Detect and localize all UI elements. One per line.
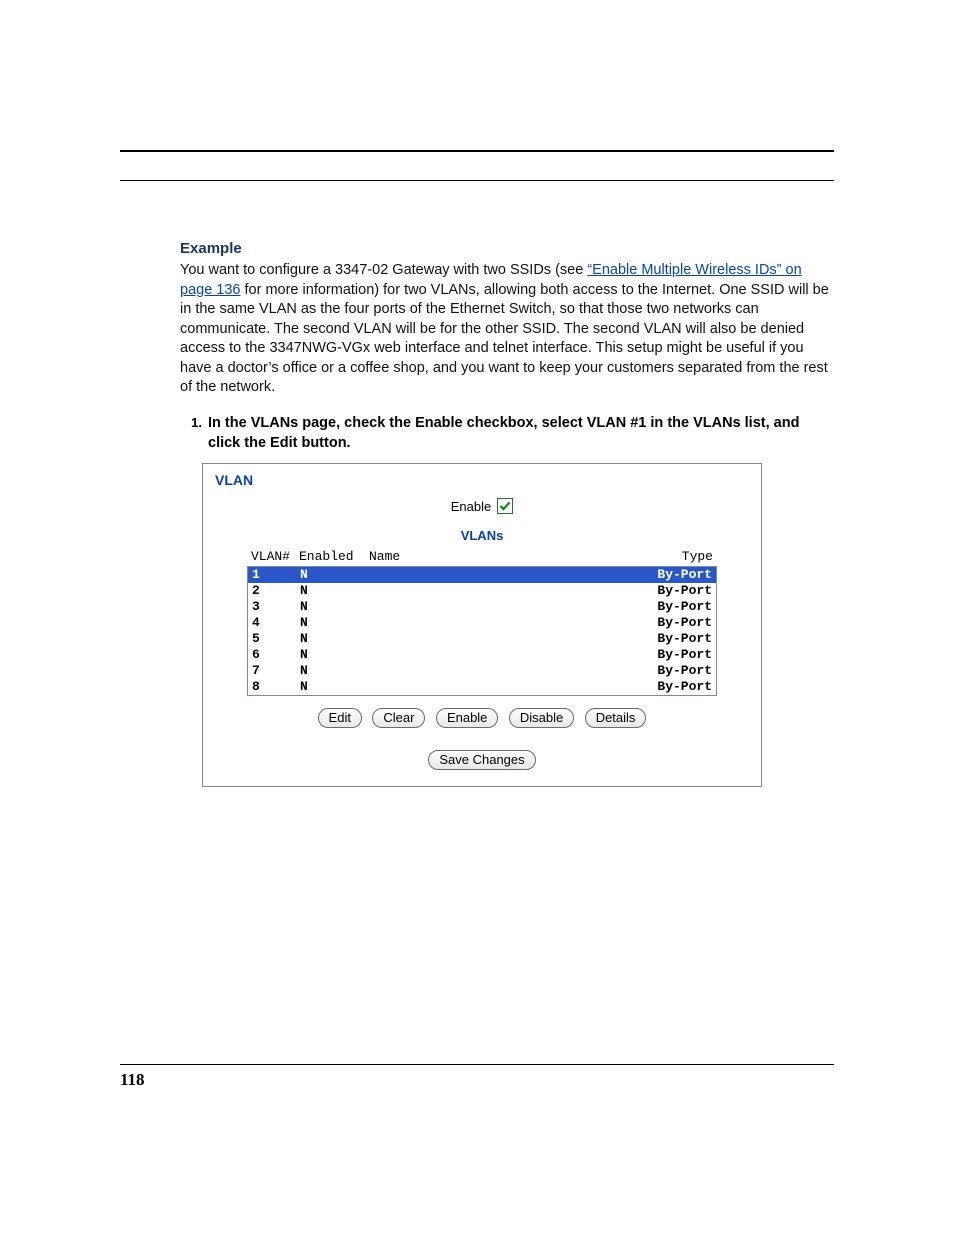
save-button-row: Save Changes — [213, 750, 751, 770]
vlan-row-num: 1 — [252, 567, 300, 583]
header-rule-thin — [120, 180, 834, 181]
vlan-panel: VLAN Enable VLANs VLAN# — [202, 463, 762, 787]
col-header-name: Name — [369, 549, 633, 564]
vlan-row-name — [370, 567, 632, 583]
vlan-row-enabled: N — [300, 647, 370, 663]
example-paragraph: You want to configure a 3347-02 Gateway … — [180, 261, 829, 398]
example-heading: Example — [180, 240, 829, 257]
vlan-row-enabled: N — [300, 567, 370, 583]
enable-button[interactable]: Enable — [436, 708, 498, 728]
vlan-row[interactable]: 3N By-Port — [248, 599, 716, 615]
vlan-list-header: VLAN# Enabled Name Type — [247, 547, 717, 566]
vlan-row-name — [370, 615, 632, 631]
vlan-row-type: By-Port — [632, 663, 712, 679]
vlan-row-num: 5 — [252, 631, 300, 647]
vlan-row[interactable]: 4N By-Port — [248, 615, 716, 631]
vlan-row-type: By-Port — [632, 631, 712, 647]
vlan-row-type: By-Port — [632, 583, 712, 599]
disable-button[interactable]: Disable — [509, 708, 574, 728]
enable-label: Enable — [451, 499, 491, 514]
page-number: 118 — [120, 1070, 145, 1090]
footer-rule — [120, 1064, 834, 1065]
details-button[interactable]: Details — [585, 708, 647, 728]
step-instruction: In the VLANs page, check the Enable chec… — [208, 414, 829, 453]
vlan-row[interactable]: 8N By-Port — [248, 679, 716, 695]
vlan-row-name — [370, 663, 632, 679]
vlan-row-type: By-Port — [632, 679, 712, 695]
vlan-row[interactable]: 1N By-Port — [248, 567, 716, 583]
vlan-row[interactable]: 2N By-Port — [248, 583, 716, 599]
vlan-row-name — [370, 679, 632, 695]
vlan-row-enabled: N — [300, 679, 370, 695]
col-header-enabled: Enabled — [299, 549, 369, 564]
enable-row: Enable — [213, 498, 751, 514]
enable-label-wrap: Enable — [451, 498, 513, 514]
paragraph-text-1: You want to configure a 3347-02 Gateway … — [180, 262, 587, 278]
clear-button[interactable]: Clear — [372, 708, 425, 728]
check-icon — [499, 500, 511, 512]
vlan-row-name — [370, 631, 632, 647]
vlan-row-name — [370, 583, 632, 599]
vlan-row-enabled: N — [300, 599, 370, 615]
vlan-row-name — [370, 647, 632, 663]
vlan-row-type: By-Port — [632, 647, 712, 663]
vlan-row-num: 8 — [252, 679, 300, 695]
vlan-row[interactable]: 6N By-Port — [248, 647, 716, 663]
vlan-row-num: 2 — [252, 583, 300, 599]
vlan-row-type: By-Port — [632, 615, 712, 631]
vlan-row[interactable]: 5N By-Port — [248, 631, 716, 647]
document-page: Example You want to configure a 3347-02 … — [0, 0, 954, 1235]
screenshot-wrap: VLAN Enable VLANs VLAN# — [202, 463, 829, 787]
vlan-listbox: VLAN# Enabled Name Type 1NBy-Port2NBy-Po… — [247, 547, 717, 696]
vlan-row-num: 3 — [252, 599, 300, 615]
col-header-num: VLAN# — [251, 549, 299, 564]
vlan-row-num: 4 — [252, 615, 300, 631]
edit-button[interactable]: Edit — [318, 708, 362, 728]
vlan-row-enabled: N — [300, 663, 370, 679]
vlans-subheading: VLANs — [213, 528, 751, 543]
paragraph-text-2: for more information) for two VLANs, all… — [180, 282, 829, 396]
vlan-row-num: 6 — [252, 647, 300, 663]
vlan-row-enabled: N — [300, 615, 370, 631]
vlan-row-type: By-Port — [632, 599, 712, 615]
vlan-row-enabled: N — [300, 583, 370, 599]
enable-checkbox[interactable] — [497, 498, 513, 514]
content-area: Example You want to configure a 3347-02 … — [180, 240, 829, 787]
step-1: 1. In the VLANs page, check the Enable c… — [180, 414, 829, 453]
vlan-row[interactable]: 7N By-Port — [248, 663, 716, 679]
vlan-panel-title: VLAN — [215, 472, 751, 488]
vlan-row-enabled: N — [300, 631, 370, 647]
step-number: 1. — [180, 415, 208, 453]
action-button-row: Edit Clear Enable Disable Details — [213, 708, 751, 728]
vlan-row-type: By-Port — [632, 567, 712, 583]
col-header-type: Type — [633, 549, 713, 564]
vlan-row-name — [370, 599, 632, 615]
save-changes-button[interactable]: Save Changes — [428, 750, 535, 770]
vlan-row-num: 7 — [252, 663, 300, 679]
header-rule-thick — [120, 150, 834, 152]
vlan-list-body[interactable]: 1NBy-Port2NBy-Port3NBy-Port4NBy-Port5NBy… — [247, 566, 717, 696]
